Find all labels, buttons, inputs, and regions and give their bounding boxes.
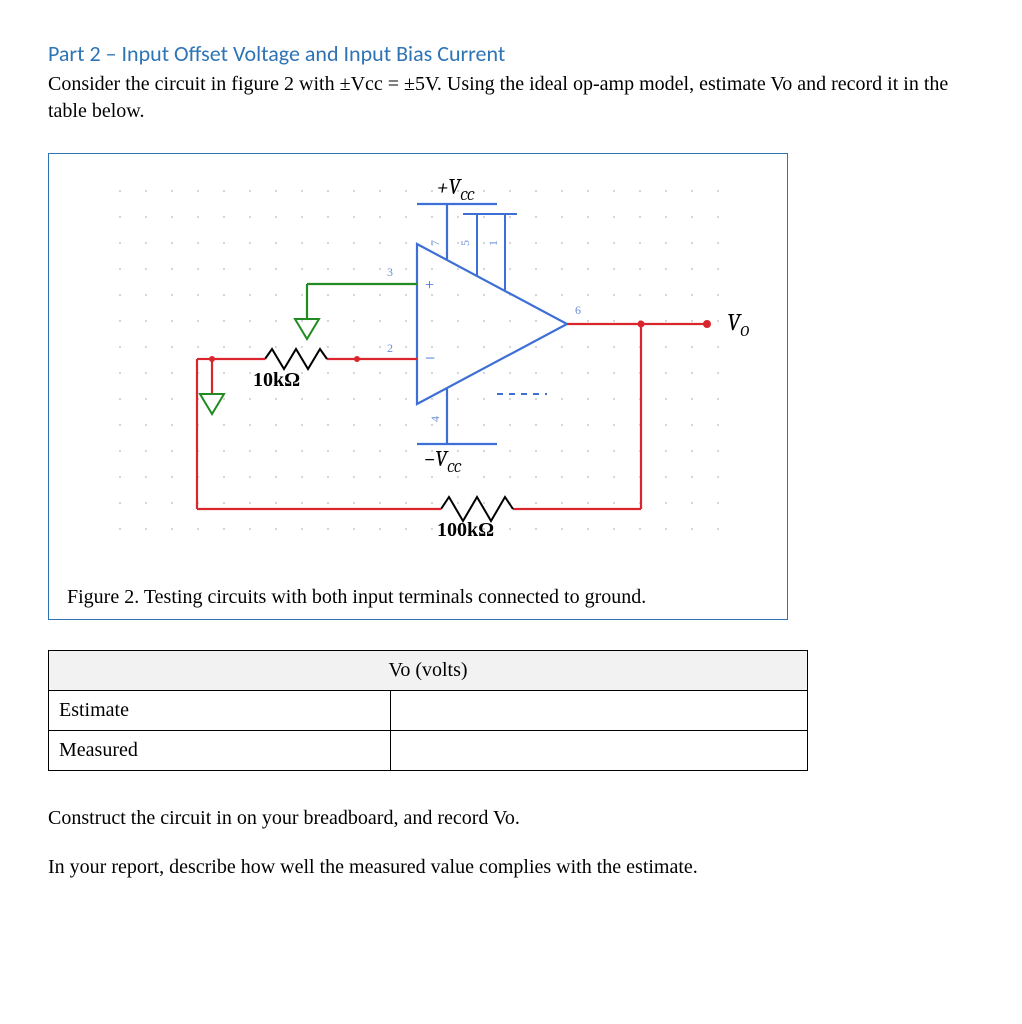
pin2: 2 — [387, 341, 393, 355]
vo-sub: O — [740, 322, 749, 340]
section-heading: Part 2 – Input Offset Voltage and Input … — [48, 40, 974, 67]
instruction-line-2: In your report, describe how well the me… — [48, 856, 974, 879]
vcc-pos-label: +V — [437, 174, 462, 200]
pin6: 6 — [575, 303, 581, 317]
svg-text:+VCC: +VCC — [437, 174, 475, 204]
figure-container: +VCC 7 5 1 −VCC 4 + 3 — [48, 153, 788, 620]
instruction-line-1: Construct the circuit in on your breadbo… — [48, 807, 974, 830]
vcc-pos-sub: CC — [460, 187, 475, 204]
circuit-diagram: +VCC 7 5 1 −VCC 4 + 3 — [67, 164, 769, 580]
table-header: Vo (volts) — [49, 651, 808, 691]
row-value-measured[interactable] — [390, 731, 807, 771]
figure-caption: Figure 2. Testing circuits with both inp… — [67, 586, 769, 609]
r2-label: 100kΩ — [437, 519, 494, 541]
pin4: 4 — [428, 416, 442, 422]
row-label-measured: Measured — [49, 731, 391, 771]
pin-minus: − — [425, 348, 435, 368]
pin7: 7 — [428, 240, 442, 246]
row-label-estimate: Estimate — [49, 691, 391, 731]
pin1: 1 — [486, 240, 500, 246]
row-value-estimate[interactable] — [390, 691, 807, 731]
vcc-neg-label: −V — [424, 446, 449, 472]
vcc-neg-sub: CC — [447, 459, 462, 476]
table-row: Measured — [49, 731, 808, 771]
r1-label: 10kΩ — [253, 369, 300, 391]
vo-table: Vo (volts) Estimate Measured — [48, 650, 808, 771]
pin5: 5 — [458, 240, 472, 246]
svg-text:VO: VO — [727, 308, 749, 340]
pin-plus: + — [425, 277, 434, 294]
table-row: Estimate — [49, 691, 808, 731]
prompt-text: Consider the circuit in figure 2 with ±V… — [48, 71, 974, 125]
pin3: 3 — [387, 265, 393, 279]
